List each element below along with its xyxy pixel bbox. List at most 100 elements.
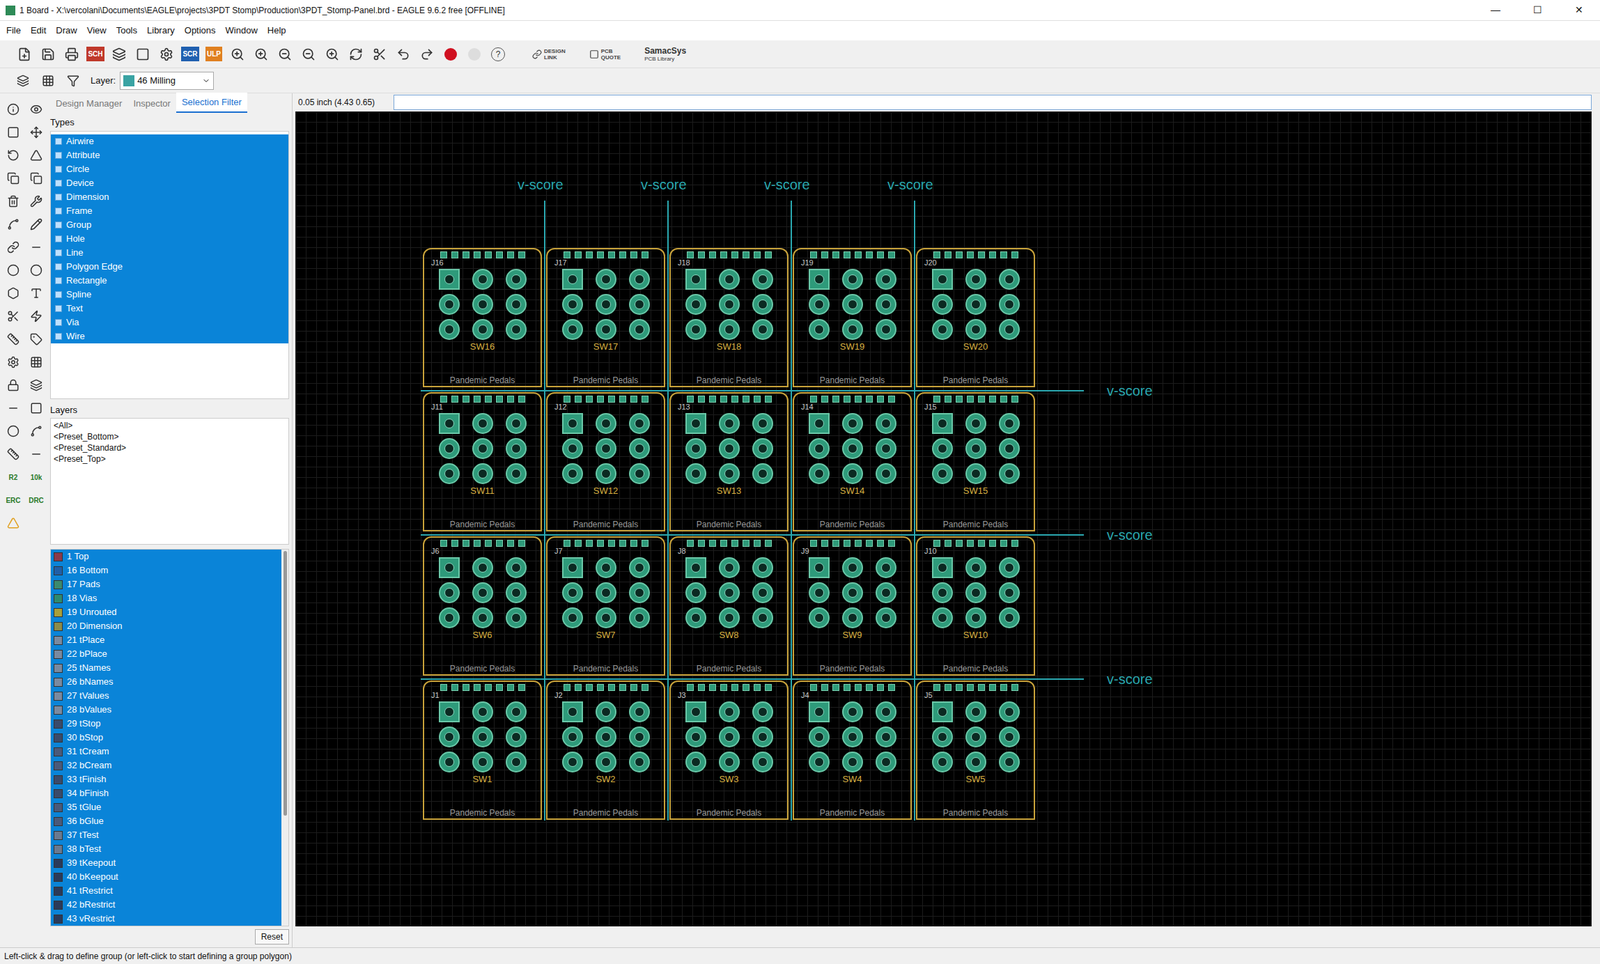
tool-button[interactable]: ERC xyxy=(2,489,24,511)
layer-row[interactable]: 39 tKeepout xyxy=(50,856,282,871)
pcb-board[interactable]: J10SW10Pandemic Pedals xyxy=(915,536,1036,676)
panel-tab[interactable]: Design Manager xyxy=(50,94,128,114)
reset-button[interactable]: Reset xyxy=(254,929,290,945)
warning-icon[interactable] xyxy=(2,512,24,534)
menu-item[interactable]: Window xyxy=(222,23,262,38)
pcb-board[interactable]: J14SW14Pandemic Pedals xyxy=(792,392,912,532)
layer-row[interactable]: 30 bStop xyxy=(50,730,282,745)
window-control[interactable]: ✕ xyxy=(1558,2,1600,18)
layer-row[interactable]: 41 tRestrict xyxy=(50,883,282,898)
menu-item[interactable]: Draw xyxy=(52,23,81,38)
pcb-board[interactable]: J4SW4Pandemic Pedals xyxy=(792,680,912,820)
layers-icon[interactable] xyxy=(12,70,34,92)
tool-icon[interactable] xyxy=(2,328,24,350)
zoom-out-icon[interactable] xyxy=(274,43,296,65)
tool-icon[interactable] xyxy=(2,351,24,373)
pcb-board[interactable]: J6SW6Pandemic Pedals xyxy=(422,536,542,676)
pcb-board[interactable]: J5SW5Pandemic Pedals xyxy=(915,680,1036,820)
layer-select[interactable]: 46 Milling xyxy=(119,71,214,90)
layer-row[interactable]: 42 bRestrict xyxy=(50,897,282,912)
scrollbar[interactable] xyxy=(281,549,289,926)
redo-icon[interactable] xyxy=(416,43,438,65)
type-row[interactable]: Spline xyxy=(50,287,289,302)
pcb-board[interactable]: J3SW3Pandemic Pedals xyxy=(669,680,789,820)
zoom-select-icon[interactable] xyxy=(321,43,343,65)
preset-row[interactable]: <Preset_Top> xyxy=(50,453,289,465)
cam-icon[interactable] xyxy=(108,43,130,65)
tool-icon[interactable] xyxy=(2,282,24,304)
menu-item[interactable]: Edit xyxy=(27,23,50,38)
tool-icon[interactable] xyxy=(25,236,47,258)
type-row[interactable]: Polygon Edge xyxy=(50,259,289,274)
tool-icon[interactable] xyxy=(25,259,47,281)
tool-icon[interactable] xyxy=(25,397,47,419)
print-icon[interactable] xyxy=(61,43,83,65)
tool-icon[interactable] xyxy=(2,443,24,465)
tool-icon[interactable] xyxy=(2,236,24,258)
pcb-quote-button[interactable]: PCBQUOTE xyxy=(589,48,621,61)
menu-item[interactable]: Options xyxy=(181,23,220,38)
tool-icon[interactable] xyxy=(25,121,47,143)
layer-row[interactable]: 1 Top xyxy=(50,549,282,564)
zoom-in-icon[interactable] xyxy=(250,43,272,65)
tool-icon[interactable] xyxy=(25,305,47,327)
tool-icon[interactable] xyxy=(25,190,47,212)
tool-icon[interactable] xyxy=(25,144,47,166)
type-row[interactable]: Via xyxy=(50,315,289,330)
tool-button[interactable]: R2 xyxy=(2,466,24,488)
layer-row[interactable]: 28 bValues xyxy=(50,702,282,717)
layer-row[interactable]: 27 tValues xyxy=(50,688,282,703)
layer-row[interactable]: 32 bCream xyxy=(50,758,282,773)
layer-row[interactable]: 16 Bottom xyxy=(50,563,282,578)
tool-icon[interactable] xyxy=(25,98,47,120)
redraw-icon[interactable] xyxy=(345,43,367,65)
layer-row[interactable]: 22 bPlace xyxy=(50,647,282,662)
pcb-board[interactable]: J18SW18Pandemic Pedals xyxy=(669,247,789,388)
pcb-board[interactable]: J8SW8Pandemic Pedals xyxy=(669,536,789,676)
tool-icon[interactable] xyxy=(25,167,47,189)
ulp-button[interactable]: ULP xyxy=(203,43,225,65)
type-row[interactable]: Wire xyxy=(50,329,289,344)
type-row[interactable]: Device xyxy=(50,176,289,191)
pcb-board[interactable]: J15SW15Pandemic Pedals xyxy=(915,392,1036,532)
layer-row[interactable]: 18 Vias xyxy=(50,591,282,606)
scr-button[interactable]: SCR xyxy=(179,43,201,65)
tool-icon[interactable] xyxy=(2,259,24,281)
pcb-board[interactable]: J12SW12Pandemic Pedals xyxy=(546,392,666,532)
save-icon[interactable] xyxy=(37,43,59,65)
undo-icon[interactable] xyxy=(392,43,414,65)
layer-row[interactable]: 36 bGlue xyxy=(50,814,282,829)
type-row[interactable]: Attribute xyxy=(50,148,289,163)
tool-icon[interactable] xyxy=(25,351,47,373)
board-canvas[interactable]: J16SW16Pandemic PedalsJ17SW17Pandemic Pe… xyxy=(295,111,1592,927)
go-icon[interactable] xyxy=(463,43,485,65)
panel-tab[interactable]: Selection Filter xyxy=(176,92,248,114)
tool-icon[interactable] xyxy=(2,213,24,235)
pcb-board[interactable]: J11SW11Pandemic Pedals xyxy=(422,392,542,532)
type-row[interactable]: Rectangle xyxy=(50,273,289,288)
type-row[interactable]: Airwire xyxy=(50,134,289,149)
tool-icon[interactable] xyxy=(2,98,24,120)
tool-icon[interactable] xyxy=(2,397,24,419)
pcb-board[interactable]: J17SW17Pandemic Pedals xyxy=(546,247,666,388)
preset-row[interactable]: <Preset_Standard> xyxy=(50,442,289,454)
type-row[interactable]: Circle xyxy=(50,162,289,177)
layer-row[interactable]: 31 tCream xyxy=(50,744,282,759)
ratsnest-icon[interactable] xyxy=(369,43,391,65)
layer-row[interactable]: 38 bTest xyxy=(50,842,282,857)
new-icon[interactable] xyxy=(13,43,35,65)
menu-item[interactable]: Tools xyxy=(112,23,141,38)
tool-button[interactable]: 10k xyxy=(25,466,47,488)
layer-row[interactable]: 37 tTest xyxy=(50,828,282,843)
window-control[interactable]: ☐ xyxy=(1516,2,1559,18)
layer-row[interactable]: 26 bNames xyxy=(50,674,282,689)
layer-row[interactable]: 35 tGlue xyxy=(50,800,282,815)
tool-icon[interactable] xyxy=(2,305,24,327)
pcb-board[interactable]: J2SW2Pandemic Pedals xyxy=(546,680,666,820)
type-row[interactable]: Dimension xyxy=(50,190,289,205)
board-icon[interactable] xyxy=(132,43,154,65)
tool-icon[interactable] xyxy=(25,420,47,442)
layer-row[interactable]: 20 Dimension xyxy=(50,619,282,634)
filter-icon[interactable] xyxy=(62,70,84,92)
pcb-board[interactable]: J1SW1Pandemic Pedals xyxy=(422,680,542,820)
